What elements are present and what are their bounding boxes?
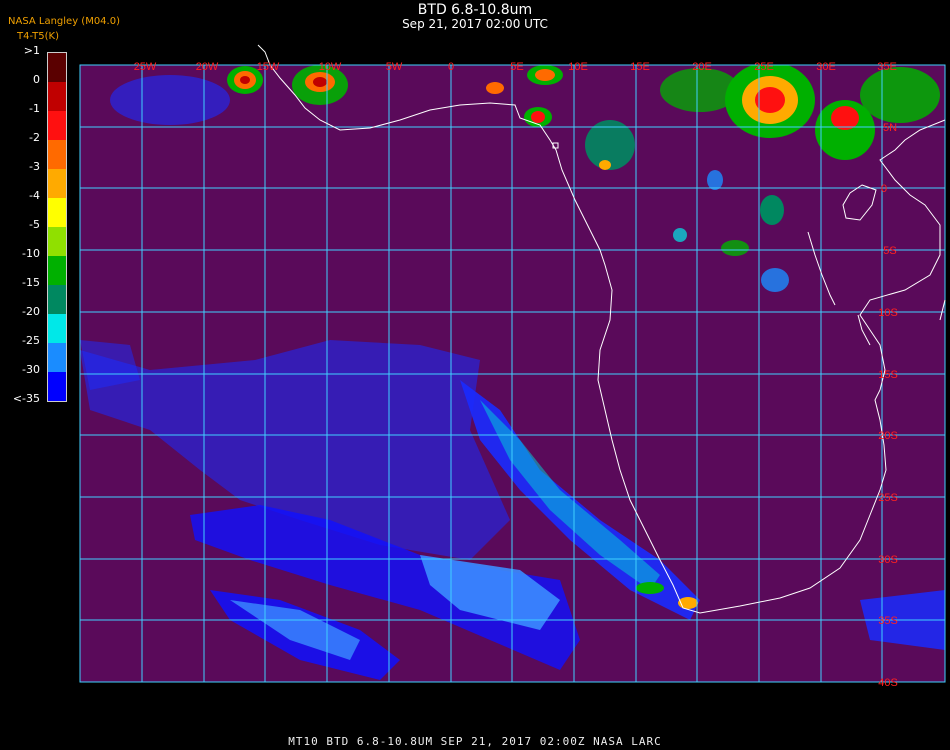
units-label: T4-T5(K) bbox=[17, 31, 59, 42]
cloud-angola-north bbox=[673, 228, 687, 242]
colorbar-label: -20 bbox=[22, 305, 40, 318]
colorbar-swatch bbox=[48, 343, 66, 372]
lon-label: 20W bbox=[196, 61, 219, 73]
colorbar-label: -2 bbox=[29, 131, 40, 144]
colorbar-swatch bbox=[48, 372, 66, 401]
lon-label: 35E bbox=[877, 61, 897, 73]
lat-label: 10S bbox=[878, 307, 898, 319]
agency-label: NASA Langley (M04.0) bbox=[8, 16, 120, 27]
colorbar-swatch bbox=[48, 169, 66, 198]
storm-north-5-mid bbox=[535, 69, 555, 81]
lon-label: 10W bbox=[319, 61, 342, 73]
colorbar-swatch bbox=[48, 111, 66, 140]
footer-caption: MT10 BTD 6.8-10.8UM SEP 21, 2017 02:00Z … bbox=[288, 735, 662, 748]
lon-label: 25E bbox=[754, 61, 774, 73]
lat-label: 30S bbox=[878, 554, 898, 566]
colorbar-label: -1 bbox=[29, 102, 40, 115]
lon-label: 15E bbox=[630, 61, 650, 73]
cloud-gabon bbox=[707, 170, 723, 190]
lat-label: 5N bbox=[883, 122, 897, 134]
colorbar-label: 0 bbox=[33, 73, 40, 86]
colorbar-label: -10 bbox=[22, 247, 40, 260]
colorbar-label: -5 bbox=[29, 218, 40, 231]
lon-label: 30E bbox=[816, 61, 836, 73]
colorbar-swatch bbox=[48, 198, 66, 227]
lon-label: 15W bbox=[257, 61, 280, 73]
colorbar-swatch bbox=[48, 140, 66, 169]
storm-north-3-core bbox=[313, 77, 327, 87]
cloud-cape-green bbox=[636, 582, 664, 594]
colorbar-swatch bbox=[48, 227, 66, 256]
lon-label: 0 bbox=[448, 61, 454, 73]
colorbar-label: >1 bbox=[23, 44, 40, 57]
colorbar-label: -4 bbox=[29, 189, 40, 202]
lon-label: 10E bbox=[568, 61, 588, 73]
colorbar-label: <-35 bbox=[12, 392, 40, 405]
colorbar-label: -3 bbox=[29, 160, 40, 173]
lon-label: 5W bbox=[386, 61, 403, 73]
page-title: BTD 6.8-10.8um bbox=[417, 2, 533, 18]
page-subtitle: Sep 21, 2017 02:00 UTC bbox=[402, 17, 548, 31]
lat-label: 20S bbox=[878, 430, 898, 442]
cloud-congo-3 bbox=[761, 268, 789, 292]
lon-label: 5E bbox=[510, 61, 523, 73]
lat-label: 0 bbox=[881, 183, 887, 195]
colorbar-swatch bbox=[48, 53, 66, 82]
colorbar-label: -25 bbox=[22, 334, 40, 347]
colorbar-swatch bbox=[48, 82, 66, 111]
lat-label: 25S bbox=[878, 492, 898, 504]
storm-northeast bbox=[860, 67, 940, 123]
storm-north-4 bbox=[486, 82, 504, 94]
satellite-map: 25W 20W 15W 10W 5W 0 5E 10E 15E 20E 25E … bbox=[79, 44, 946, 689]
colorbar-swatch bbox=[48, 285, 66, 314]
lon-label: 20E bbox=[692, 61, 712, 73]
colorbar bbox=[47, 52, 67, 402]
lat-label: 35S bbox=[878, 615, 898, 627]
storm-north-7-core bbox=[599, 160, 611, 170]
colorbar-label: -15 bbox=[22, 276, 40, 289]
storm-north-2-core bbox=[240, 76, 250, 84]
storm-north-6-core bbox=[531, 111, 545, 123]
lon-label: 25W bbox=[134, 61, 157, 73]
colorbar-swatch bbox=[48, 256, 66, 285]
lat-label: 5S bbox=[883, 245, 896, 257]
cloud-congo-2 bbox=[721, 240, 749, 256]
lat-label: 15S bbox=[878, 369, 898, 381]
colorbar-label: -30 bbox=[22, 363, 40, 376]
cloud-congo-1 bbox=[760, 195, 784, 225]
lat-label: 40S bbox=[878, 677, 898, 689]
colorbar-swatch bbox=[48, 314, 66, 343]
storm-east-africa-core bbox=[831, 106, 859, 130]
storm-north-1-outer bbox=[110, 75, 230, 125]
